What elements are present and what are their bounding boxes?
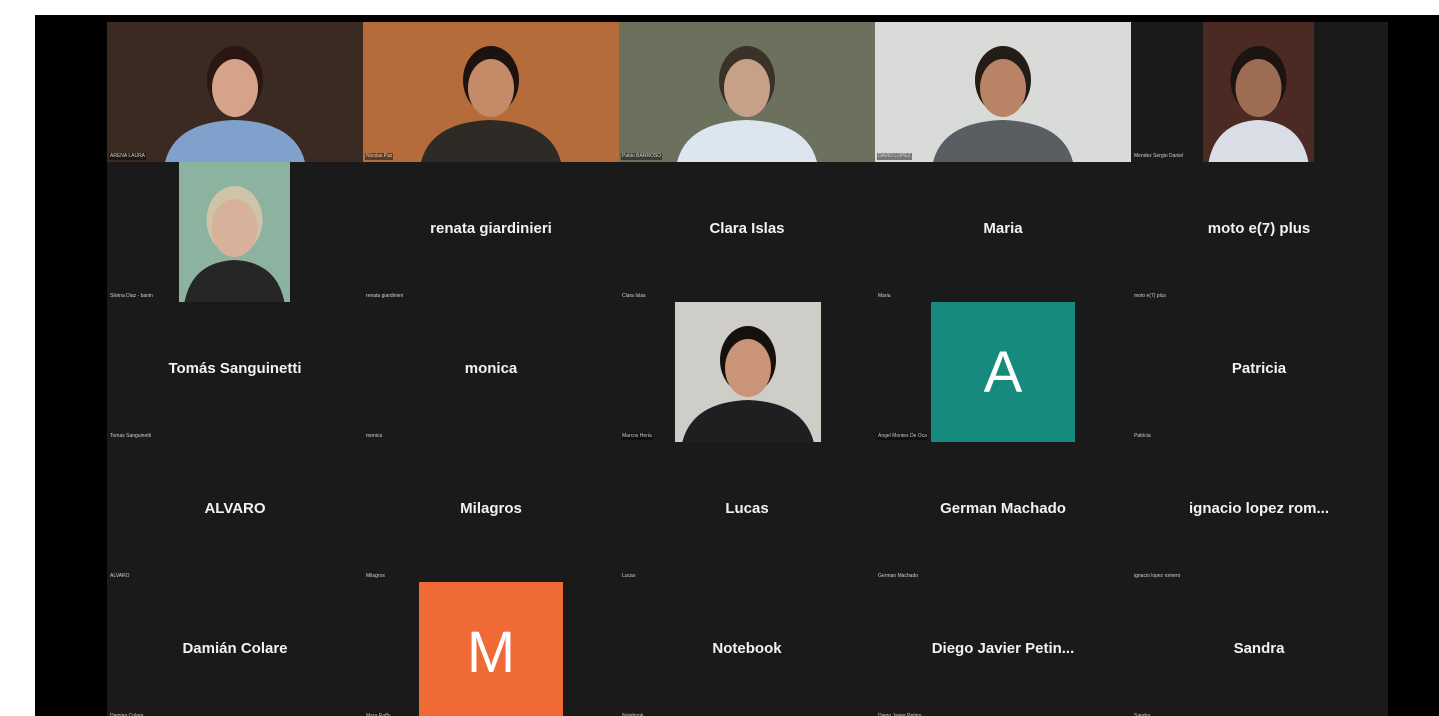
person-face — [211, 199, 258, 257]
participant-display-name: Maria — [983, 220, 1023, 237]
participant-tile[interactable]: Notebook Notebook — [619, 582, 875, 716]
participant-name-label: moto e(7) plus — [1134, 293, 1166, 299]
participant-display-name: Milagros — [460, 500, 522, 517]
participant-name-label: Milagros — [366, 573, 385, 579]
person-silhouette — [184, 186, 285, 302]
person-face — [724, 59, 770, 117]
participant-tile[interactable]: A Angel Montes De Oca — [875, 302, 1131, 442]
participant-display-name: German Machado — [940, 500, 1066, 517]
participant-display-name: Diego Javier Petin... — [931, 640, 1075, 657]
participant-tile[interactable]: Silvina Diaz - banin — [107, 162, 363, 302]
participant-name-label: Mendez Sergio Daniel — [1134, 153, 1184, 159]
person-face — [725, 339, 771, 397]
participant-display-name: Tomás Sanguinetti — [168, 360, 302, 377]
participant-tile[interactable]: DAVID LOPEZ — [875, 22, 1131, 162]
participant-display-name: moto e(7) plus — [1207, 220, 1311, 237]
participant-display-name: ignacio lopez rom... — [1188, 500, 1330, 517]
person-face — [212, 59, 258, 117]
participant-avatar: A — [931, 302, 1075, 442]
person-silhouette — [933, 46, 1073, 162]
participant-video — [619, 22, 875, 162]
participant-name-label: Marcos Heria — [621, 433, 653, 440]
participant-tile[interactable]: renata giardinieri renata giardinieri — [363, 162, 619, 302]
participant-display-name: Patricia — [1231, 360, 1287, 377]
participant-name-label: Silvina Diaz - banin — [110, 293, 153, 299]
person-face — [980, 59, 1026, 117]
person-shoulders — [682, 400, 814, 442]
participant-tile[interactable]: ARENA LAURA — [107, 22, 363, 162]
participant-display-name: Sandra — [1233, 640, 1285, 657]
participant-tile[interactable]: Milagros Milagros — [363, 442, 619, 582]
gallery-view: ARENA LAURA Nicolas Paz Pablo BARROSO DAVID… — [107, 22, 1388, 716]
participant-name-label: ARENA LAURA — [109, 153, 147, 160]
participant-tile[interactable]: Maria Maria — [875, 162, 1131, 302]
participant-tile[interactable]: Nicolas Paz — [363, 22, 619, 162]
participant-tile[interactable]: Damián Colare Damian Colare — [107, 582, 363, 716]
person-shoulders — [677, 120, 817, 162]
person-silhouette — [421, 46, 561, 162]
participant-tile[interactable]: Marcos Heria — [619, 302, 875, 442]
participant-video — [1203, 22, 1314, 162]
participant-tile[interactable]: Pablo BARROSO — [619, 22, 875, 162]
participant-name-label: Angel Montes De Oca — [877, 433, 928, 440]
person-face — [468, 59, 514, 117]
participant-name-label: monica — [366, 433, 383, 439]
participant-tile[interactable]: Clara Islas Clara Islas — [619, 162, 875, 302]
participant-display-name: Damián Colare — [182, 640, 288, 657]
person-shoulders — [165, 120, 305, 162]
participant-display-name: Notebook — [712, 640, 782, 657]
participant-display-name: Lucas — [725, 500, 769, 517]
participant-video — [179, 162, 290, 302]
participant-name-label: Nicolas Paz — [365, 153, 394, 160]
person-shoulders — [421, 120, 561, 162]
person-silhouette — [165, 46, 305, 162]
participant-tile[interactable]: moto e(7) plus moto e(7) plus — [1131, 162, 1387, 302]
participant-name-label: Patricia — [1134, 433, 1151, 439]
participant-avatar: M — [419, 582, 563, 716]
participant-tile[interactable]: Mendez Sergio Daniel — [1131, 22, 1387, 162]
participant-video — [363, 22, 619, 162]
participant-name-label: DAVID LOPEZ — [877, 153, 912, 160]
participant-name-label: Lucas — [622, 573, 636, 579]
person-silhouette — [1208, 46, 1309, 162]
participant-display-name: ALVARO — [204, 500, 266, 517]
participant-display-name: renata giardinieri — [430, 220, 552, 237]
person-silhouette — [682, 326, 814, 442]
participant-tile[interactable]: ignacio lopez rom... ignacio lopez romero — [1131, 442, 1387, 582]
meeting-window: ARENA LAURA Nicolas Paz Pablo BARROSO DAVID… — [35, 15, 1439, 716]
participant-video — [875, 22, 1131, 162]
participant-name-label: ignacio lopez romero — [1134, 573, 1181, 579]
participant-name-label: German Machado — [878, 573, 919, 579]
person-shoulders — [933, 120, 1073, 162]
participant-tile[interactable]: ALVARO ALVARO — [107, 442, 363, 582]
participant-tile[interactable]: Patricia Patricia — [1131, 302, 1387, 442]
participant-name-label: Maria — [878, 293, 891, 299]
participant-tile[interactable]: Tomás Sanguinetti Tomas Sanguinetti — [107, 302, 363, 442]
person-shoulders — [1208, 120, 1309, 162]
participant-tile[interactable]: monica monica — [363, 302, 619, 442]
participant-display-name: monica — [464, 360, 518, 377]
participant-tile[interactable]: German Machado German Machado — [875, 442, 1131, 582]
participant-tile[interactable]: Sandra Sandra — [1131, 582, 1387, 716]
participant-video — [107, 22, 363, 162]
participant-tile[interactable]: Diego Javier Petin... Diego Javier Petino — [875, 582, 1131, 716]
participant-tile[interactable]: Lucas Lucas — [619, 442, 875, 582]
participant-name-label: Tomas Sanguinetti — [110, 433, 152, 439]
participant-name-label: ALVARO — [110, 573, 130, 579]
person-silhouette — [677, 46, 817, 162]
participant-name-label: renata giardinieri — [366, 293, 404, 299]
participant-name-label: Pablo BARROSO — [621, 153, 663, 160]
person-shoulders — [184, 260, 285, 302]
participant-display-name: Clara Islas — [709, 220, 785, 237]
participant-video — [675, 302, 821, 442]
person-face — [1235, 59, 1282, 117]
participant-name-label: Clara Islas — [622, 293, 646, 299]
participant-tile[interactable]: M Mara Raffo — [363, 582, 619, 716]
